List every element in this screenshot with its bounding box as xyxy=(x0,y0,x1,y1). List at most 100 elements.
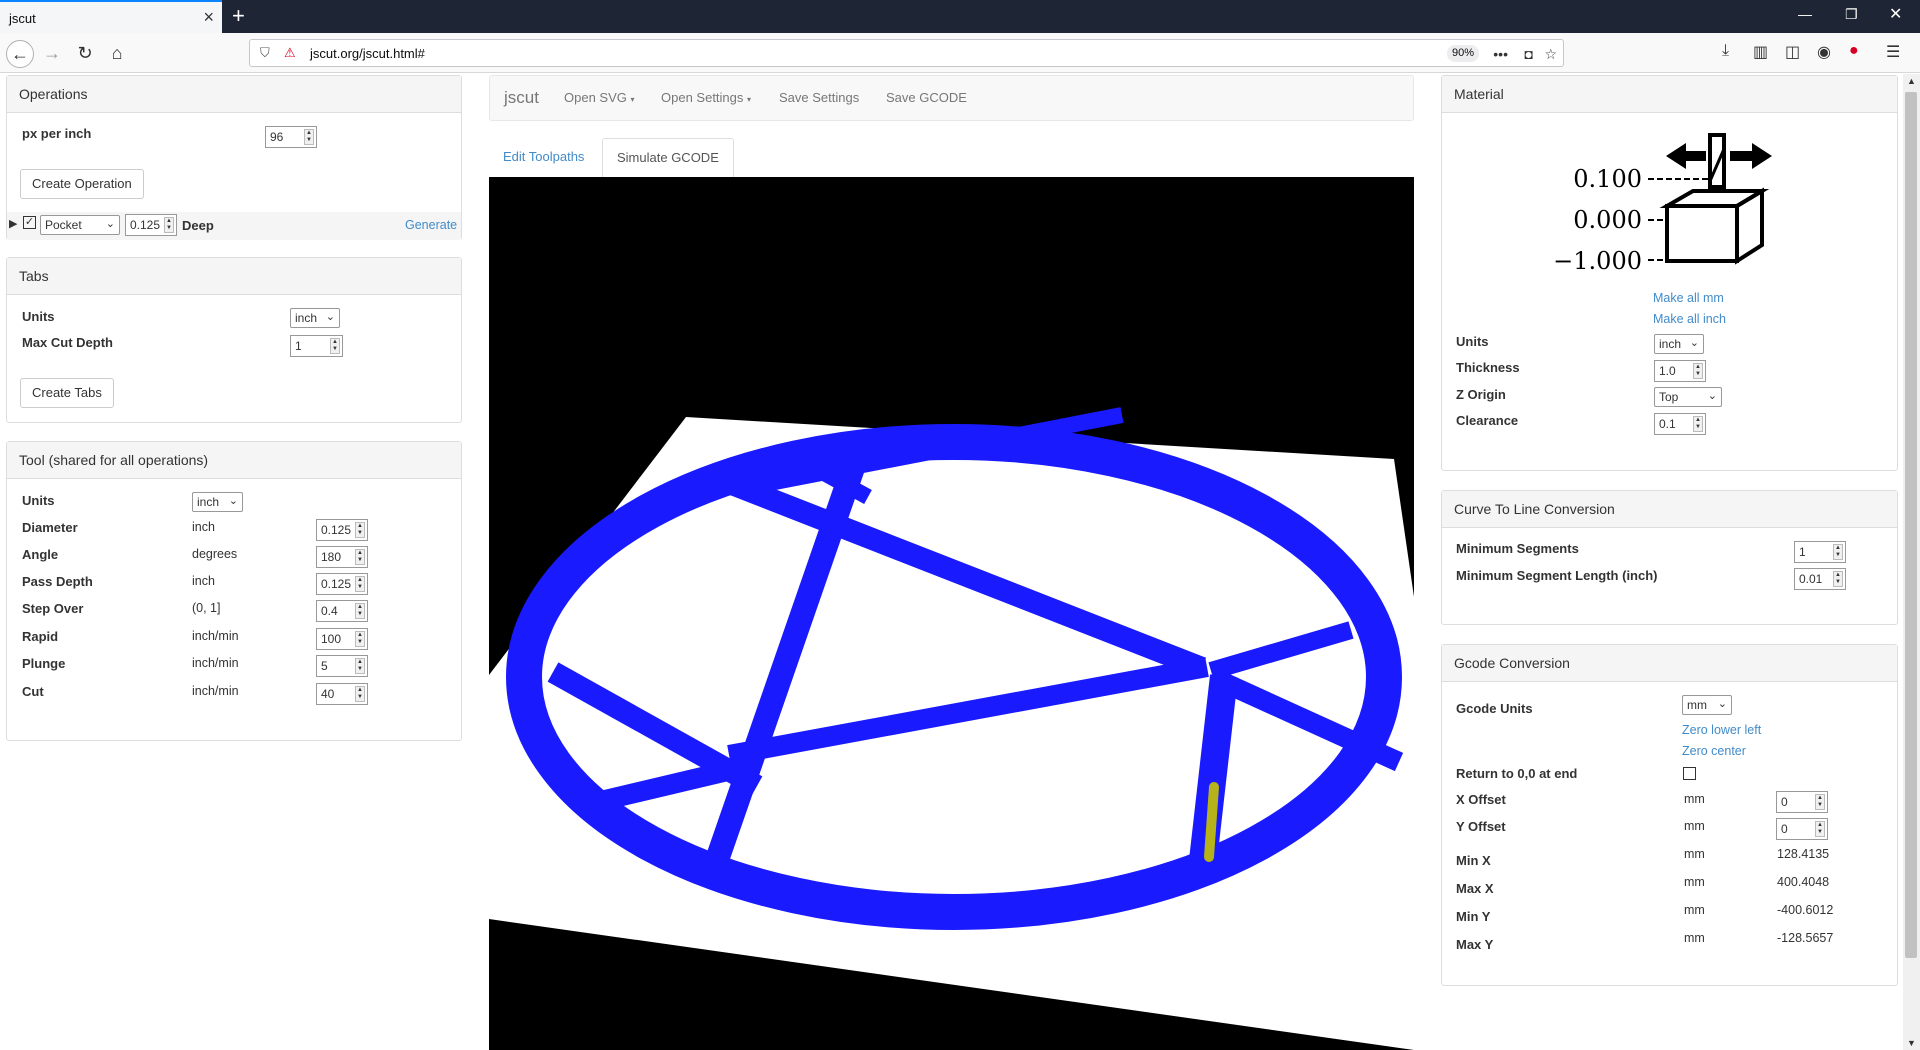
x-offset-input[interactable]: 0 ▲ ▼ xyxy=(1776,791,1828,813)
sidebar-icon[interactable]: ◫ xyxy=(1785,42,1800,62)
menu-icon[interactable]: ☰ xyxy=(1886,42,1900,62)
spinner-icon[interactable]: ▲ ▼ xyxy=(1815,794,1825,810)
account-icon[interactable]: ◉ xyxy=(1817,42,1831,62)
open-svg-menu[interactable]: Open SVG ▾ xyxy=(564,90,635,105)
app-brand[interactable]: jscut xyxy=(504,88,539,108)
home-icon[interactable]: ⌂ xyxy=(105,41,129,65)
step-over-input[interactable]: 0.4 ▲ ▼ xyxy=(316,600,368,622)
pocket-icon[interactable]: ◘ xyxy=(1525,46,1533,62)
tabs-units-select[interactable]: inch ⌄ xyxy=(290,308,340,328)
downloads-icon[interactable]: ⤓ xyxy=(1722,42,1729,60)
spinner-icon[interactable]: ▲ ▼ xyxy=(355,549,365,565)
shield-icon[interactable]: ⛉ xyxy=(260,45,270,61)
scroll-up-icon[interactable]: ▲ xyxy=(1907,76,1916,86)
reload-icon[interactable]: ↻ xyxy=(73,41,97,65)
page-scrollbar[interactable]: ▲ ▼ xyxy=(1903,74,1920,1050)
tabs-units-label: Units xyxy=(22,309,55,324)
spinner-icon[interactable]: ▲ ▼ xyxy=(355,686,365,702)
spinner-icon[interactable]: ▲ ▼ xyxy=(355,603,365,619)
make-all-mm-link[interactable]: Make all mm xyxy=(1653,291,1724,305)
spinner-icon[interactable]: ▲ ▼ xyxy=(1833,544,1843,560)
min-seg-len-input[interactable]: 0.01 ▲ ▼ xyxy=(1794,568,1846,590)
spinner-icon[interactable]: ▲ ▼ xyxy=(164,217,174,233)
library-icon[interactable]: ▥ xyxy=(1753,42,1768,62)
arrow-right-icon xyxy=(1730,143,1772,169)
operation-type-select[interactable]: Pocket ⌄ xyxy=(40,215,120,235)
spinner-icon[interactable]: ▲ ▼ xyxy=(1693,416,1703,432)
minimize-icon[interactable]: — xyxy=(1798,6,1812,22)
tool-units-select[interactable]: inch ⌄ xyxy=(192,492,243,512)
tab-simulate-gcode[interactable]: Simulate GCODE xyxy=(602,138,734,178)
new-tab-icon[interactable]: + xyxy=(232,2,245,30)
material-units-select[interactable]: inch ⌄ xyxy=(1654,334,1704,354)
max-x-label: Max X xyxy=(1456,881,1494,896)
pass-depth-input[interactable]: 0.125 ▲ ▼ xyxy=(316,573,368,595)
x-offset-unit: mm xyxy=(1684,792,1705,806)
thickness-input[interactable]: 1.0 ▲ ▼ xyxy=(1654,360,1706,382)
tool-panel: Tool (shared for all operations) Units i… xyxy=(6,441,462,741)
zoom-indicator[interactable]: 90% xyxy=(1446,45,1479,62)
close-tab-icon[interactable]: × xyxy=(203,8,214,26)
zero-lower-left-link[interactable]: Zero lower left xyxy=(1682,723,1761,737)
forward-icon[interactable]: → xyxy=(40,41,64,65)
max-x-value: 400.4048 xyxy=(1777,875,1830,889)
create-operation-button[interactable]: Create Operation xyxy=(20,169,144,199)
page-actions-icon[interactable]: ••• xyxy=(1493,46,1508,62)
create-tabs-button[interactable]: Create Tabs xyxy=(20,378,114,408)
plunge-input[interactable]: 5 ▲ ▼ xyxy=(316,655,368,677)
px-per-inch-input[interactable]: 96 ▲ ▼ xyxy=(265,126,317,148)
max-y-unit: mm xyxy=(1684,931,1705,945)
url-text[interactable]: jscut.org/jscut.html# xyxy=(310,46,425,61)
spinner-icon[interactable]: ▲ ▼ xyxy=(1693,363,1703,379)
diameter-input[interactable]: 0.125 ▲ ▼ xyxy=(316,519,368,541)
thickness-label: Thickness xyxy=(1456,360,1520,375)
browser-tab[interactable]: jscut × xyxy=(0,0,222,33)
spinner-icon[interactable]: ▲ ▼ xyxy=(355,576,365,592)
clearance-value-text: 0.100 xyxy=(1573,165,1642,193)
spinner-icon[interactable]: ▲ ▼ xyxy=(330,338,340,354)
close-window-icon[interactable]: ✕ xyxy=(1889,4,1902,24)
clearance-label: Clearance xyxy=(1456,413,1519,428)
gcode-units-select[interactable]: mm ⌄ xyxy=(1682,695,1732,715)
scroll-down-icon[interactable]: ▼ xyxy=(1907,1038,1916,1048)
chevron-down-icon: ⌄ xyxy=(325,311,335,323)
z-origin-select[interactable]: Top ⌄ xyxy=(1654,387,1722,407)
operation-depth-input[interactable]: 0.125 ▲ ▼ xyxy=(125,214,177,236)
cut-input[interactable]: 40 ▲ ▼ xyxy=(316,683,368,705)
open-settings-menu[interactable]: Open Settings ▾ xyxy=(661,90,751,105)
expand-triangle-icon[interactable]: ▶ xyxy=(9,217,17,230)
min-segments-input[interactable]: 1 ▲ ▼ xyxy=(1794,541,1846,563)
material-title: Material xyxy=(1442,76,1897,113)
tab-edit-toolpaths[interactable]: Edit Toolpaths xyxy=(489,138,598,178)
scrollbar-thumb[interactable] xyxy=(1905,92,1917,958)
max-cut-depth-input[interactable]: 1 ▲ ▼ xyxy=(290,335,343,357)
spinner-icon[interactable]: ▲ ▼ xyxy=(1833,571,1843,587)
y-offset-input[interactable]: 0 ▲ ▼ xyxy=(1776,818,1828,840)
back-icon[interactable]: ← xyxy=(6,40,34,68)
insecure-lock-icon[interactable]: ⚠ xyxy=(284,45,296,61)
spinner-icon[interactable]: ▲ ▼ xyxy=(355,658,365,674)
spinner-icon[interactable]: ▲ ▼ xyxy=(1815,821,1825,837)
min-x-unit: mm xyxy=(1684,847,1705,861)
gcode-panel: Gcode Conversion Gcode Units mm ⌄ Zero lo… xyxy=(1441,644,1898,986)
zero-center-link[interactable]: Zero center xyxy=(1682,744,1746,758)
spinner-icon[interactable]: ▲ ▼ xyxy=(355,522,365,538)
bookmark-star-icon[interactable]: ☆ xyxy=(1544,46,1557,63)
extension-icon[interactable]: ● xyxy=(1849,42,1859,60)
angle-input[interactable]: 180 ▲ ▼ xyxy=(316,546,368,568)
spinner-icon[interactable]: ▲ ▼ xyxy=(355,631,365,647)
generate-link[interactable]: Generate xyxy=(405,218,457,232)
spinner-icon[interactable]: ▲ ▼ xyxy=(304,129,314,145)
operation-enabled-checkbox[interactable]: ✓ xyxy=(23,216,36,229)
clearance-input[interactable]: 0.1 ▲ ▼ xyxy=(1654,413,1706,435)
return-to-origin-checkbox[interactable] xyxy=(1683,767,1696,780)
tabs-panel: Tabs Units inch ⌄ Max Cut Depth 1 ▲ ▼ Creat… xyxy=(6,257,462,423)
make-all-inch-link[interactable]: Make all inch xyxy=(1653,312,1726,326)
simulation-viewport[interactable] xyxy=(489,177,1414,1050)
browser-toolbar: ← → ↻ ⌂ ⛉ ⚠ jscut.org/jscut.html# 90% ••… xyxy=(0,33,1920,73)
save-gcode-link[interactable]: Save GCODE xyxy=(886,90,967,105)
url-bar[interactable]: ⛉ ⚠ jscut.org/jscut.html# 90% ••• ◘ ☆ xyxy=(249,39,1564,67)
rapid-input[interactable]: 100 ▲ ▼ xyxy=(316,628,368,650)
save-settings-link[interactable]: Save Settings xyxy=(779,90,859,105)
restore-icon[interactable]: ❐ xyxy=(1845,6,1858,23)
